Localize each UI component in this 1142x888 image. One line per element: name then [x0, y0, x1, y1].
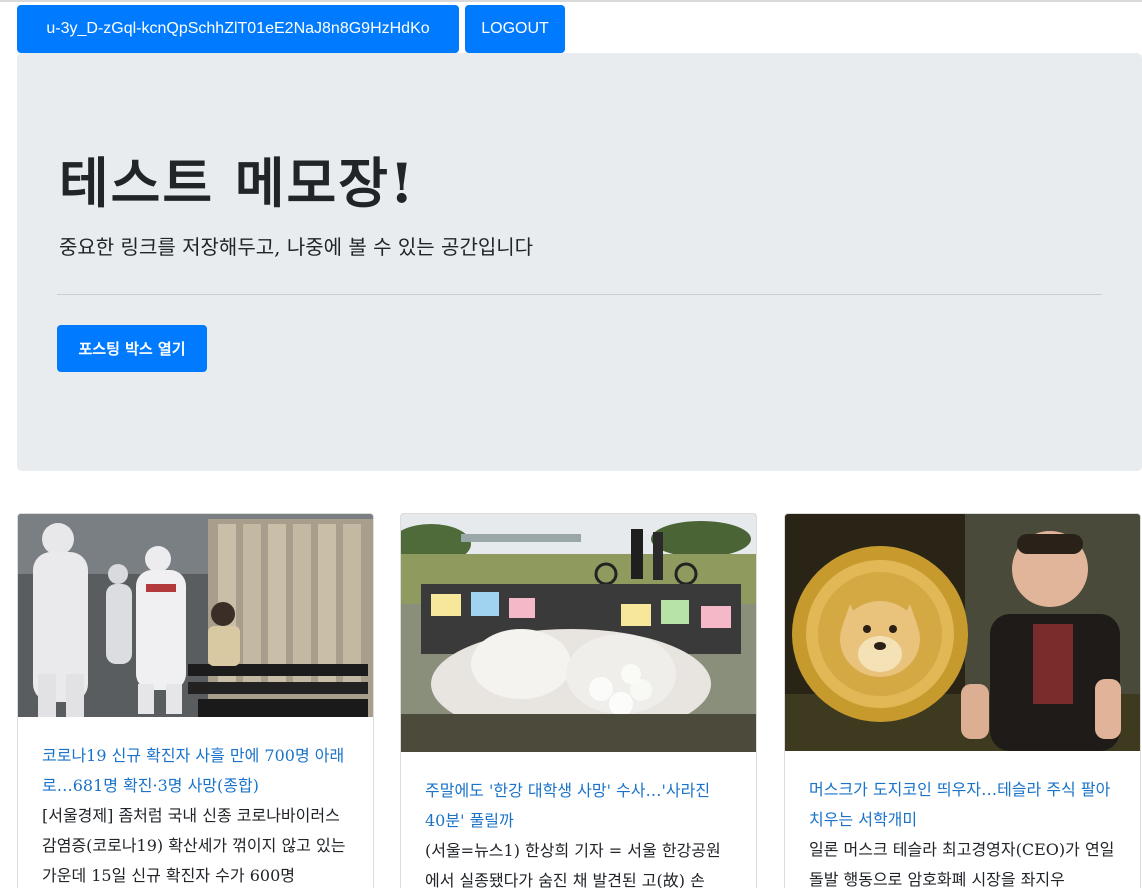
article-title-link[interactable]: 코로나19 신규 확진자 사흘 만에 700명 아래로…681명 확진·3명 사…: [42, 741, 349, 801]
open-posting-box-button[interactable]: 포스팅 박스 열기: [57, 325, 207, 372]
article-title-link[interactable]: 머스크가 도지코인 띄우자…테슬라 주식 팔아치우는 서학개미: [809, 775, 1116, 835]
article-card-body: 코로나19 신규 확진자 사흘 만에 700명 아래로…681명 확진·3명 사…: [18, 717, 373, 888]
article-thumbnail[interactable]: [401, 514, 756, 752]
article-title-link[interactable]: 주말에도 '한강 대학생 사망' 수사…'사라진 40분' 풀릴까: [425, 776, 732, 836]
article-summary: (서울=뉴스1) 한상희 기자 = 서울 한강공원에서 실종됐다가 숨진 채 발…: [425, 841, 721, 888]
article-summary: 일론 머스크 테슬라 최고경영자(CEO)가 연일 돌발 행동으로 암호화폐 시…: [809, 840, 1115, 888]
article-card[interactable]: 머스크가 도지코인 띄우자…테슬라 주식 팔아치우는 서학개미 일론 머스크 테…: [784, 513, 1141, 888]
article-card[interactable]: 코로나19 신규 확진자 사흘 만에 700명 아래로…681명 확진·3명 사…: [17, 513, 374, 888]
article-card[interactable]: 주말에도 '한강 대학생 사망' 수사…'사라진 40분' 풀릴까 (서울=뉴스…: [400, 513, 757, 888]
article-summary: [서울경제] 좀처럼 국내 신종 코로나바이러스 감염증(코로나19) 확산세가…: [42, 806, 346, 885]
logout-button[interactable]: LOGOUT: [465, 5, 565, 53]
top-bar: u-3y_D-zGql-kcnQpSchhZlT01eE2NaJ8n8G9HzH…: [17, 5, 565, 53]
article-thumbnail-image: [18, 514, 373, 717]
article-thumbnail[interactable]: [785, 514, 1140, 751]
article-thumbnail[interactable]: [18, 514, 373, 717]
top-divider: [0, 0, 1142, 4]
article-card-body: 주말에도 '한강 대학생 사망' 수사…'사라진 40분' 풀릴까 (서울=뉴스…: [401, 752, 756, 888]
article-thumbnail-image: [401, 514, 756, 752]
user-id-button[interactable]: u-3y_D-zGql-kcnQpSchhZlT01eE2NaJ8n8G9HzH…: [17, 5, 459, 53]
divider: [57, 294, 1102, 295]
article-thumbnail-image: [785, 514, 1140, 751]
jumbotron: 테스트 메모장! 중요한 링크를 저장해두고, 나중에 볼 수 있는 공간입니다…: [17, 53, 1142, 471]
page-subtitle: 중요한 링크를 저장해두고, 나중에 볼 수 있는 공간입니다: [59, 235, 534, 259]
page-title: 테스트 메모장!: [59, 151, 416, 215]
article-card-body: 머스크가 도지코인 띄우자…테슬라 주식 팔아치우는 서학개미 일론 머스크 테…: [785, 751, 1140, 888]
